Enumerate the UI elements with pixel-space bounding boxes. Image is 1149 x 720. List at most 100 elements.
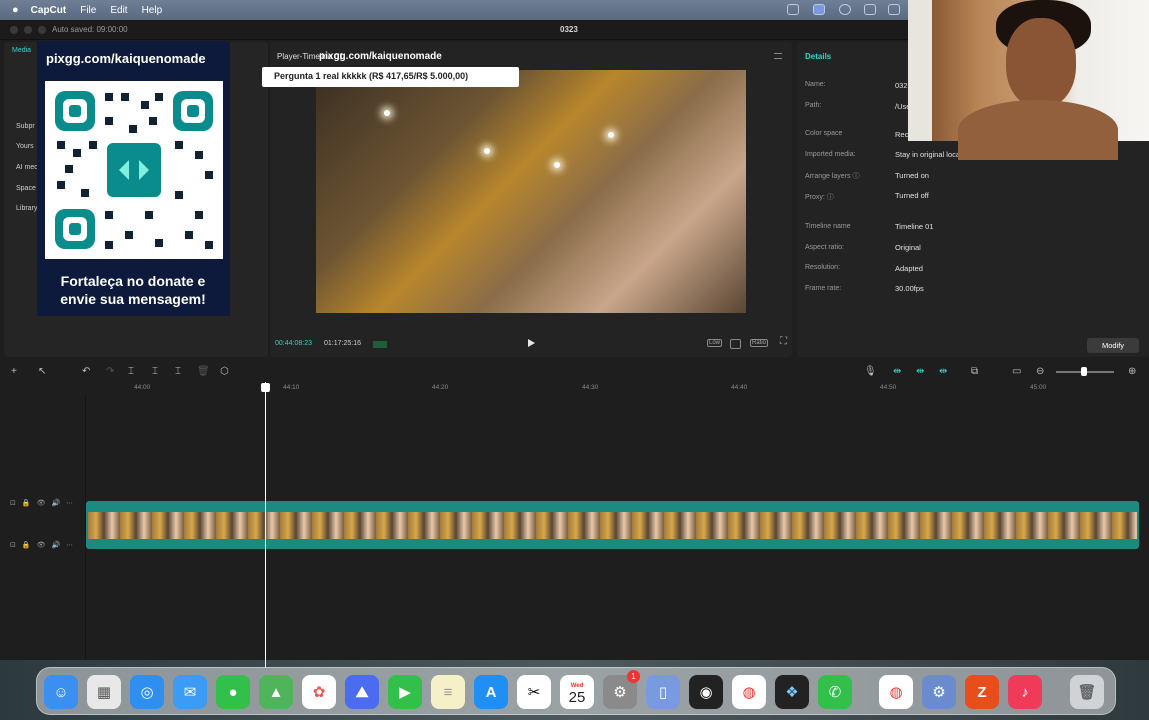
- current-timecode: 00:44:08:23: [275, 340, 312, 347]
- marker-icon[interactable]: ⬡: [220, 366, 229, 377]
- fullscreen-icon[interactable]: ⛶: [779, 336, 788, 347]
- mail-icon[interactable]: ✉: [173, 675, 207, 709]
- chrome-icon-2[interactable]: ◍: [879, 675, 913, 709]
- split-icon[interactable]: ⌶: [128, 366, 134, 377]
- tray-icon-3[interactable]: [839, 4, 851, 15]
- zoom-window-button[interactable]: [38, 26, 46, 34]
- menu-app-name[interactable]: CapCut: [31, 5, 67, 16]
- ratio-button[interactable]: Ratio: [750, 339, 769, 347]
- zoom-out-icon[interactable]: ⊖: [1036, 366, 1044, 377]
- playhead-handle[interactable]: [261, 383, 270, 392]
- maps-icon[interactable]: ▲: [259, 675, 293, 709]
- ruler-label: 45:00: [1030, 384, 1047, 391]
- apple-icon[interactable]: ●: [12, 4, 19, 16]
- chrome-icon[interactable]: ◍: [732, 675, 766, 709]
- nordvpn-icon[interactable]: ⛰: [345, 675, 379, 709]
- tray-icon-5[interactable]: [888, 4, 900, 15]
- calendar-day: 25: [568, 689, 586, 706]
- calendar-icon[interactable]: Wed 25: [560, 675, 594, 709]
- sidebar-item-subpr[interactable]: Subpr: [16, 123, 35, 130]
- detail-key-frame-rate: Frame rate:: [805, 285, 842, 292]
- player-menu-icon[interactable]: [774, 53, 782, 59]
- ruler-label: 44:10: [283, 384, 300, 391]
- captions-icon[interactable]: ▭: [1012, 366, 1021, 377]
- split-left-icon[interactable]: ⌶: [152, 366, 158, 377]
- video-preview[interactable]: [316, 70, 746, 313]
- menu-edit[interactable]: Edit: [110, 5, 127, 16]
- minimize-window-button[interactable]: [24, 26, 32, 34]
- sidebar-item-space[interactable]: Space: [16, 185, 36, 192]
- webcam-feed: [908, 0, 1149, 160]
- autosave-status: Auto saved: 09:00:00: [52, 25, 128, 34]
- details-title: Details: [805, 52, 832, 61]
- detail-key-color-space: Color space: [805, 130, 843, 137]
- davinci-resolve-icon[interactable]: ❖: [775, 675, 809, 709]
- zoom-in-icon[interactable]: ⊕: [1128, 366, 1136, 377]
- launchpad-icon[interactable]: ▦: [87, 675, 121, 709]
- zoom-slider-knob[interactable]: [1081, 367, 1087, 376]
- filezilla-icon[interactable]: Z: [965, 675, 999, 709]
- ruler-label: 44:40: [731, 384, 748, 391]
- modify-button[interactable]: Modify: [1087, 338, 1139, 353]
- preview-axis-icon[interactable]: ⇹: [939, 366, 947, 377]
- link-icon[interactable]: ⇹: [893, 366, 901, 377]
- video-clip[interactable]: [86, 501, 1139, 549]
- close-window-button[interactable]: [10, 26, 18, 34]
- detail-key-proxy: Proxy: ⓘ: [805, 194, 834, 201]
- tray-icon-2[interactable]: [813, 4, 825, 15]
- tray-icon-1[interactable]: [787, 4, 799, 15]
- sidebar-item-media[interactable]: Media: [12, 47, 31, 54]
- menu-help[interactable]: Help: [142, 5, 163, 16]
- light-4: [554, 162, 560, 168]
- clip-thumbnails: [88, 512, 1137, 539]
- quality-low-button[interactable]: Low: [707, 339, 723, 347]
- timeline-ruler[interactable]: 44:00 44:10 44:20 44:30 44:40 44:50 45:0…: [86, 383, 1149, 395]
- trash-icon[interactable]: 🗑: [1070, 675, 1104, 709]
- menu-file[interactable]: File: [80, 5, 96, 16]
- sidebar-item-yours[interactable]: Yours: [16, 143, 34, 150]
- automator-icon[interactable]: ⚙: [922, 675, 956, 709]
- overlay-url: pixgg.com/kaiquenomade: [46, 51, 206, 66]
- track-controls-2[interactable]: ⊡🔒👁🔊⋯: [10, 541, 79, 549]
- detail-value-name: 032: [895, 81, 908, 90]
- tray-icon-4[interactable]: [864, 4, 876, 15]
- snap-icon[interactable]: ⇹: [916, 366, 924, 377]
- safari-icon[interactable]: ◎: [130, 675, 164, 709]
- app-store-icon[interactable]: A: [474, 675, 508, 709]
- webcam-person-body: [958, 100, 1118, 160]
- music-icon[interactable]: ♪: [1008, 675, 1042, 709]
- settings-notification-badge: 1: [627, 670, 640, 683]
- detail-value-proxy[interactable]: Turned off: [895, 191, 929, 200]
- play-button[interactable]: [528, 339, 535, 347]
- facetime-icon[interactable]: ▶: [388, 675, 422, 709]
- snapshot-icon[interactable]: [730, 339, 741, 349]
- detail-value-color-space: Rec: [895, 130, 909, 139]
- whatsapp-icon[interactable]: ✆: [818, 675, 852, 709]
- photos-icon[interactable]: ✿: [302, 675, 336, 709]
- obs-icon[interactable]: ◉: [689, 675, 723, 709]
- notes-icon[interactable]: ≡: [431, 675, 465, 709]
- split-right-icon[interactable]: ⌶: [175, 366, 181, 377]
- cut-preview-icon[interactable]: ⧉: [971, 366, 978, 377]
- iphone-mirroring-icon[interactable]: ▯: [646, 675, 680, 709]
- messages-icon[interactable]: ●: [216, 675, 250, 709]
- ruler-label: 44:50: [880, 384, 897, 391]
- finder-icon[interactable]: ☺: [44, 675, 78, 709]
- detail-value-aspect-ratio: Original: [895, 243, 921, 252]
- light-3: [608, 132, 614, 138]
- undo-icon[interactable]: ↶: [82, 366, 90, 377]
- ruler-label: 44:20: [432, 384, 449, 391]
- track-controls-1[interactable]: ⊡🔒👁🔊⋯: [10, 499, 79, 507]
- sidebar-item-library[interactable]: Library: [16, 205, 37, 212]
- track-headers: ⊡🔒👁🔊⋯ ⊡🔒👁🔊⋯: [0, 395, 86, 660]
- playhead-line[interactable]: [265, 382, 266, 668]
- capcut-icon[interactable]: ✂: [517, 675, 551, 709]
- detail-value-arrange-layers[interactable]: Turned on: [895, 171, 929, 180]
- add-icon[interactable]: +: [11, 366, 17, 377]
- detail-key-name: Name:: [805, 81, 826, 88]
- microphone-icon[interactable]: 🎙: [864, 366, 877, 377]
- delete-icon[interactable]: 🗑: [197, 366, 210, 377]
- redo-icon[interactable]: ↷: [106, 366, 114, 377]
- sidebar-item-ai-media[interactable]: AI med: [16, 164, 38, 171]
- select-tool-icon[interactable]: ↖: [38, 366, 46, 377]
